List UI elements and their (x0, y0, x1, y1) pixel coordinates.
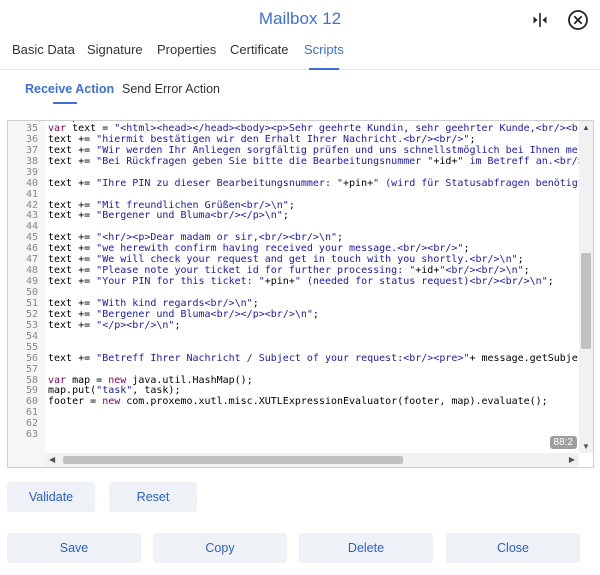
code-line: 60 footer = new com.proxemo.xutl.misc.XUT… (8, 396, 579, 408)
tab-basic-data[interactable]: Basic Data (12, 42, 75, 57)
close-button[interactable]: Close (446, 533, 580, 563)
scroll-down-arrow-icon[interactable]: ▼ (582, 442, 590, 451)
delete-button[interactable]: Delete (299, 533, 433, 563)
line-number: 63 (25, 429, 38, 441)
line-number: 57 (25, 363, 38, 375)
cursor-position-badge: 88:2 (549, 436, 577, 449)
code-text: text += "Bergener und Bluma<br/></p>\n"; (48, 210, 289, 222)
header-actions (528, 8, 590, 32)
save-button[interactable]: Save (7, 533, 141, 563)
code-text: text += "</p><br/>\n"; (48, 319, 181, 331)
code-line: 62 (8, 418, 579, 430)
tab-certificate[interactable]: Certificate (230, 42, 289, 57)
scroll-right-arrow-icon[interactable]: ▶ (569, 455, 575, 464)
code-text: text += "Betreff Ihrer Nachricht / Subje… (48, 352, 579, 364)
main-tabs: Basic Data Signature Properties Certific… (0, 40, 600, 70)
dialog-title: Mailbox 12 (258, 9, 342, 28)
code-line: 49 text += "Your PIN for this ticket: "+p… (8, 276, 579, 288)
line-number: 55 (25, 341, 38, 353)
sub-tabs: Receive Action Send Error Action (0, 70, 600, 110)
tab-scripts[interactable]: Scripts (304, 42, 344, 57)
scroll-up-arrow-icon[interactable]: ▲ (582, 123, 590, 132)
horizontal-scrollbar[interactable]: ◀ ▶ (45, 453, 579, 467)
code-line: 38 text += "Bei Rückfragen geben Sie bitt… (8, 155, 579, 168)
code-line: 41 (8, 188, 579, 201)
code-line: 63 (8, 429, 579, 441)
reset-button[interactable]: Reset (109, 482, 197, 512)
code-line: 54 (8, 331, 579, 343)
code-area[interactable]: println("...");35var text = "<html><head… (8, 121, 579, 453)
line-number: 41 (25, 188, 38, 200)
code-line: 43 text += "Bergener und Bluma<br/></p>\n… (8, 210, 579, 222)
line-number: 39 (25, 166, 38, 178)
code-text: footer = new com.proxemo.xutl.misc.XUTLE… (48, 396, 548, 408)
code-line: 53 text += "</p><br/>\n"; (8, 319, 579, 332)
code-line: 40 text += "Ihre PIN zu dieser Bearbeitun… (8, 177, 579, 190)
line-number: 40 (25, 177, 38, 189)
line-number: 56 (25, 352, 38, 364)
script-editor[interactable]: println("...");35var text = "<html><head… (7, 120, 594, 468)
subtab-send-error-action[interactable]: Send Error Action (122, 82, 220, 96)
code-text: text += "Bei Rückfragen geben Sie bitte … (48, 155, 579, 167)
close-circle-icon[interactable] (566, 8, 590, 32)
validate-button[interactable]: Validate (7, 482, 95, 512)
code-line: 56 text += "Betreff Ihrer Nachricht / Sub… (8, 352, 579, 365)
code-text: text += "Ihre PIN zu dieser Bearbeitungs… (48, 177, 579, 189)
scroll-left-arrow-icon[interactable]: ◀ (49, 455, 55, 464)
vertical-scrollbar[interactable]: ▲ ▼ (579, 121, 593, 453)
vertical-scroll-thumb[interactable] (581, 253, 591, 349)
split-view-icon[interactable] (528, 8, 552, 32)
copy-button[interactable]: Copy (153, 533, 287, 563)
code-text: text += "Your PIN for this ticket: "+pin… (48, 276, 554, 288)
horizontal-scroll-thumb[interactable] (63, 456, 403, 464)
subtab-receive-action[interactable]: Receive Action (25, 82, 114, 96)
active-subtab-indicator (53, 102, 77, 104)
dialog-header: Mailbox 12 (0, 0, 600, 40)
code-lines: println("...");35var text = "<html><head… (8, 121, 579, 441)
code-line: 57 (8, 363, 579, 376)
code-line: 61 (8, 407, 579, 419)
tab-properties[interactable]: Properties (157, 42, 216, 57)
tab-signature[interactable]: Signature (87, 42, 143, 57)
